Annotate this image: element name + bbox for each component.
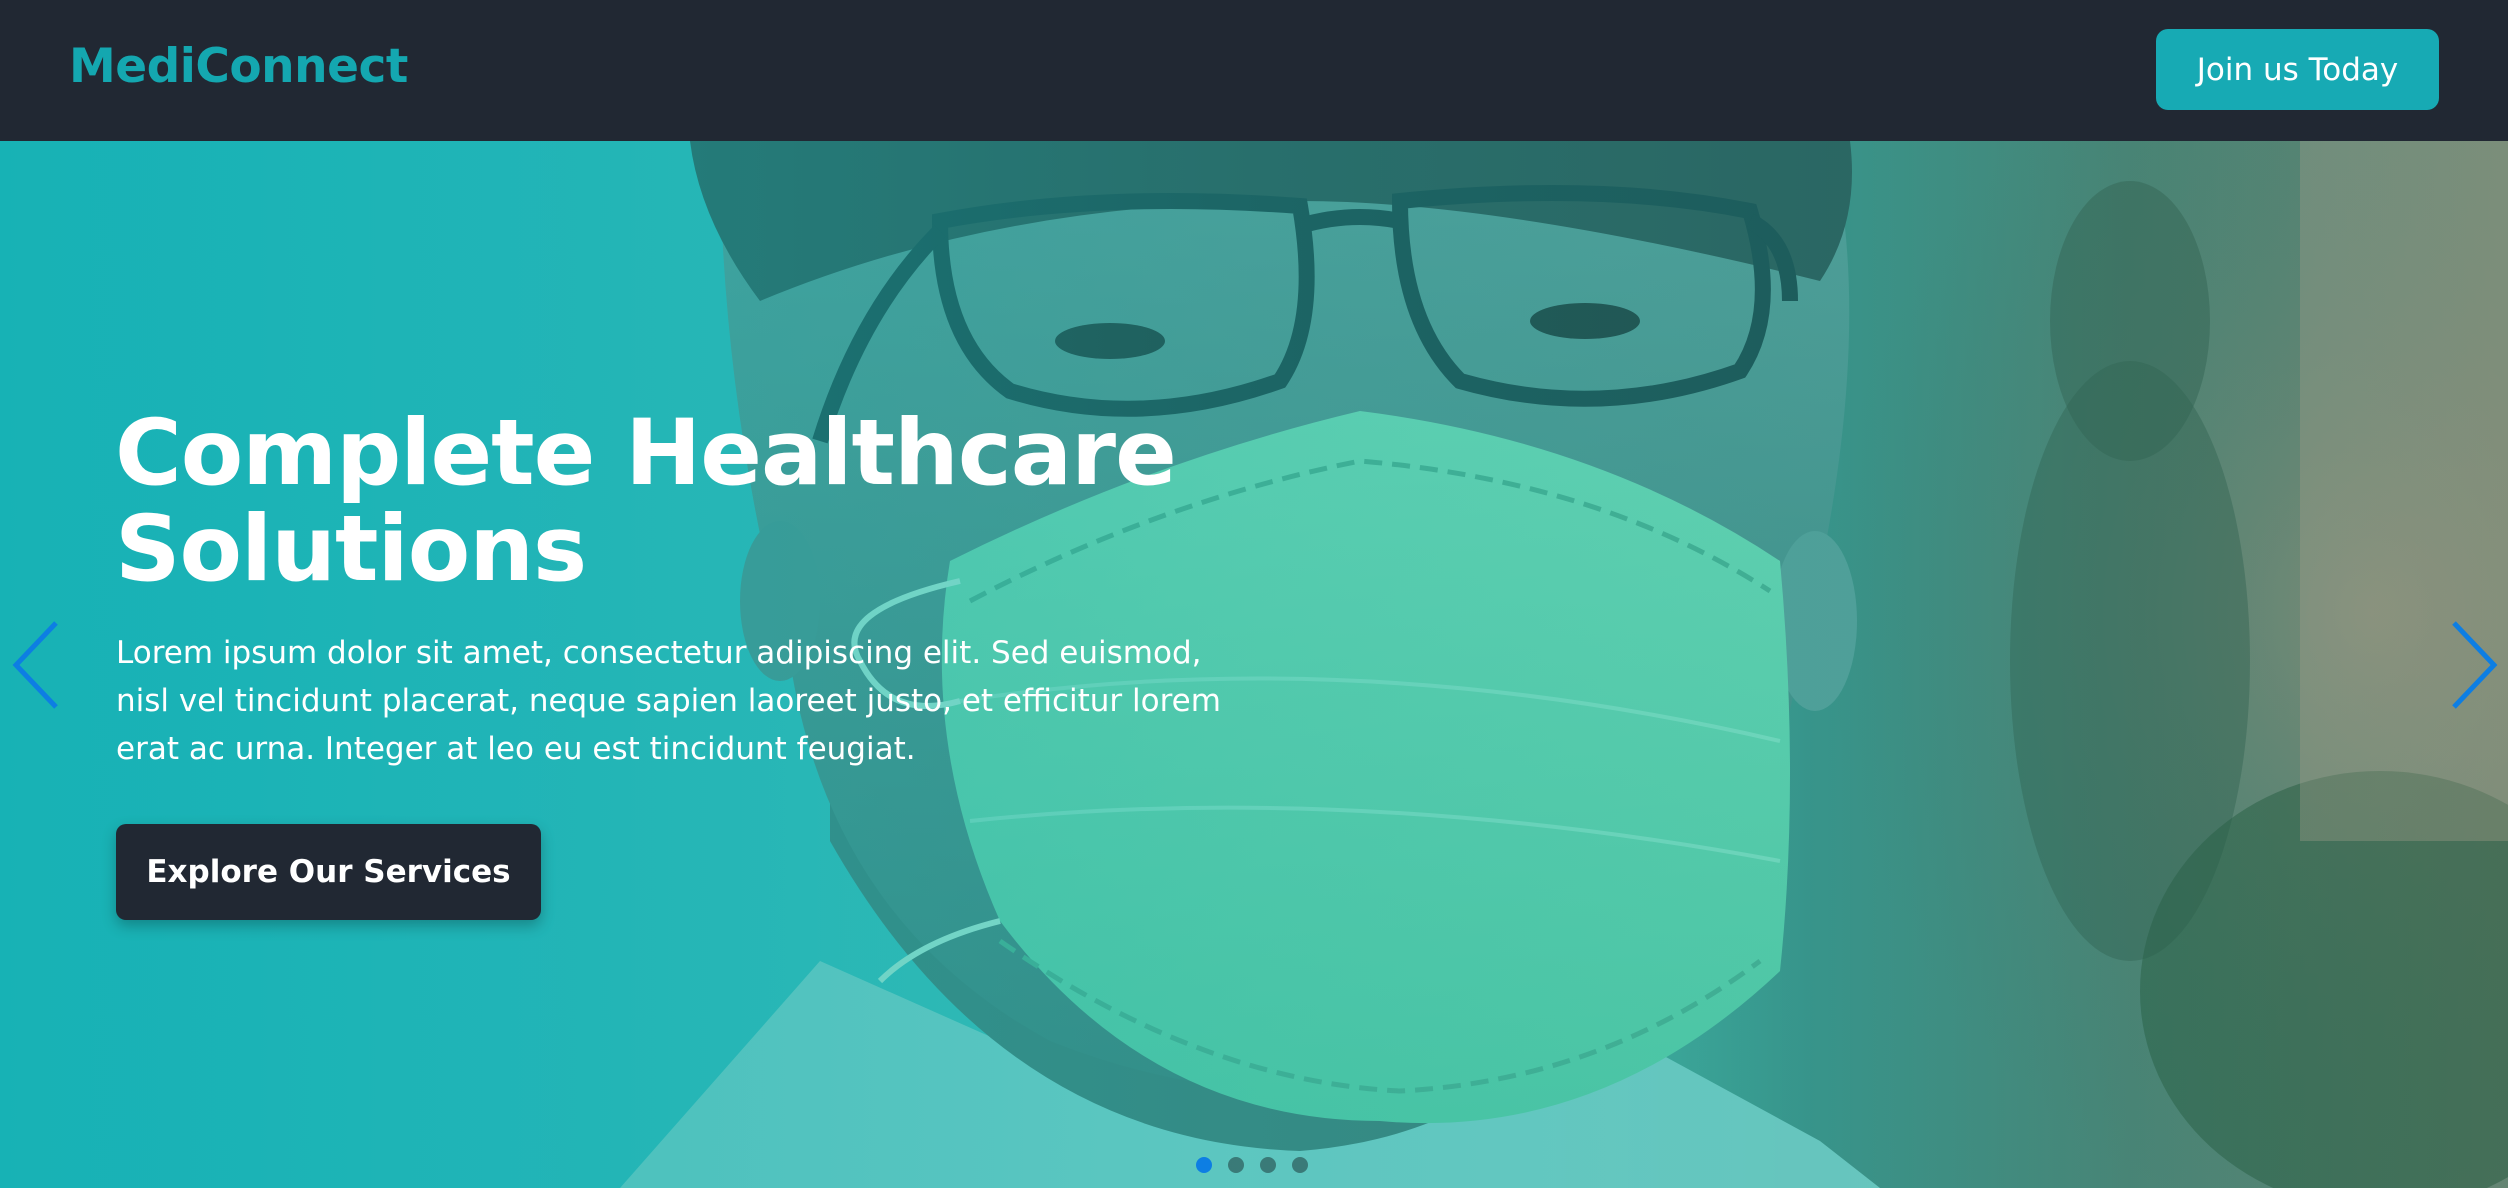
site-header: MediConnect Join us Today (0, 0, 2508, 141)
hero-carousel: Complete Healthcare Solutions Lorem ipsu… (0, 141, 2508, 1188)
chevron-right-icon[interactable] (2444, 617, 2504, 713)
carousel-dot-1[interactable] (1196, 1157, 1212, 1173)
hero-title: Complete Healthcare Solutions (115, 401, 1177, 602)
carousel-dot-3[interactable] (1260, 1157, 1276, 1173)
join-us-button[interactable]: Join us Today (2156, 29, 2439, 110)
chevron-left-icon[interactable] (6, 617, 66, 713)
carousel-dot-4[interactable] (1292, 1157, 1308, 1173)
carousel-dot-2[interactable] (1228, 1157, 1244, 1173)
explore-services-button[interactable]: Explore Our Services (116, 824, 541, 920)
carousel-indicators (1196, 1157, 1308, 1173)
hero-description: Lorem ipsum dolor sit amet, consectetur … (116, 635, 1221, 767)
logo[interactable]: MediConnect (69, 39, 408, 95)
